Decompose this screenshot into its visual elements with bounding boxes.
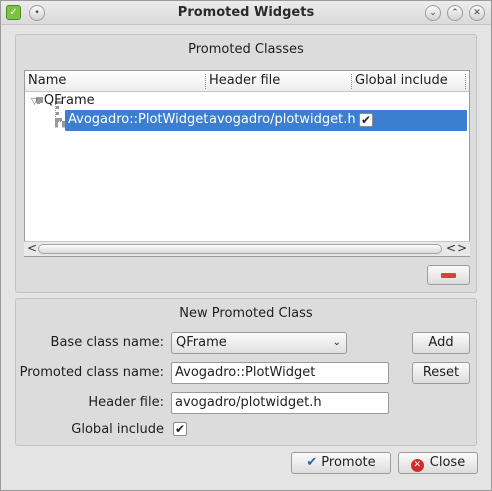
- scrollbar-thumb[interactable]: [38, 244, 442, 254]
- promoted-classes-title: Promoted Classes: [188, 42, 304, 57]
- window-title: Promoted Widgets: [177, 5, 315, 20]
- scroll-left-arrow[interactable]: <: [27, 241, 37, 255]
- promoted-widgets-dialog: ✓ • Promoted Widgets ⌄ ⌃ ✕ Promoted Clas…: [0, 0, 492, 491]
- column-divider: [465, 74, 466, 89]
- promoted-classes-tree[interactable]: Name Header file Global include ▽ QFrame …: [24, 70, 470, 257]
- column-header-file-header[interactable]: Header file: [206, 73, 280, 90]
- base-class-label: Base class name:: [50, 335, 164, 350]
- promote-label: Promote: [321, 455, 376, 470]
- promoted-class-input[interactable]: Avogadro::PlotWidget: [171, 362, 389, 384]
- global-include-check[interactable]: ✔: [173, 422, 187, 436]
- close-button[interactable]: ✕ Close: [398, 452, 478, 474]
- close-icon: ✕: [410, 459, 424, 472]
- tree-header: Name Header file Global include: [25, 71, 469, 92]
- column-global-include-header[interactable]: Global include: [352, 73, 448, 90]
- minus-icon: [441, 273, 456, 278]
- scroll-right-arrow[interactable]: >: [457, 241, 467, 255]
- checkmark-icon: ✔: [306, 455, 318, 470]
- base-class-value: QFrame: [176, 335, 227, 350]
- global-include-label: Global include: [71, 422, 164, 437]
- maximize-button[interactable]: ⌃: [447, 5, 463, 21]
- global-include-checkbox[interactable]: ✔: [359, 113, 373, 127]
- reset-button[interactable]: Reset: [412, 362, 470, 384]
- new-promoted-class-title: New Promoted Class: [179, 306, 313, 321]
- header-file-label: Header file:: [88, 395, 164, 410]
- close-label: Close: [429, 455, 466, 470]
- tree-branch-line: [55, 121, 65, 125]
- minimize-button[interactable]: ⌄: [425, 5, 441, 21]
- add-button[interactable]: Add: [412, 332, 470, 354]
- header-file-cell: avogadro/plotwidget.h: [209, 112, 356, 127]
- remove-class-button[interactable]: [427, 265, 470, 285]
- base-class-combobox[interactable]: QFrame ⌄: [171, 332, 347, 354]
- promoted-class-label: Promoted class name:: [19, 365, 164, 380]
- close-window-button[interactable]: ✕: [469, 5, 485, 21]
- class-name-cell: Avogadro::PlotWidget: [68, 112, 209, 127]
- horizontal-scrollbar[interactable]: < < >: [24, 241, 470, 256]
- title-bar: ✓ • Promoted Widgets ⌄ ⌃ ✕: [1, 1, 491, 25]
- tree-row-promoted-class[interactable]: Avogadro::PlotWidget avogadro/plotwidget…: [65, 110, 467, 131]
- collapse-arrow-icon[interactable]: ▽: [31, 97, 38, 107]
- promote-button[interactable]: ✔ Promote: [291, 452, 391, 474]
- column-name-header[interactable]: Name: [25, 73, 66, 90]
- tree-item-label: QFrame: [43, 93, 95, 108]
- scroll-left-arrow-end[interactable]: <: [446, 241, 456, 255]
- header-file-input[interactable]: avogadro/plotwidget.h: [171, 392, 389, 414]
- chevron-down-icon: ⌄: [332, 337, 341, 348]
